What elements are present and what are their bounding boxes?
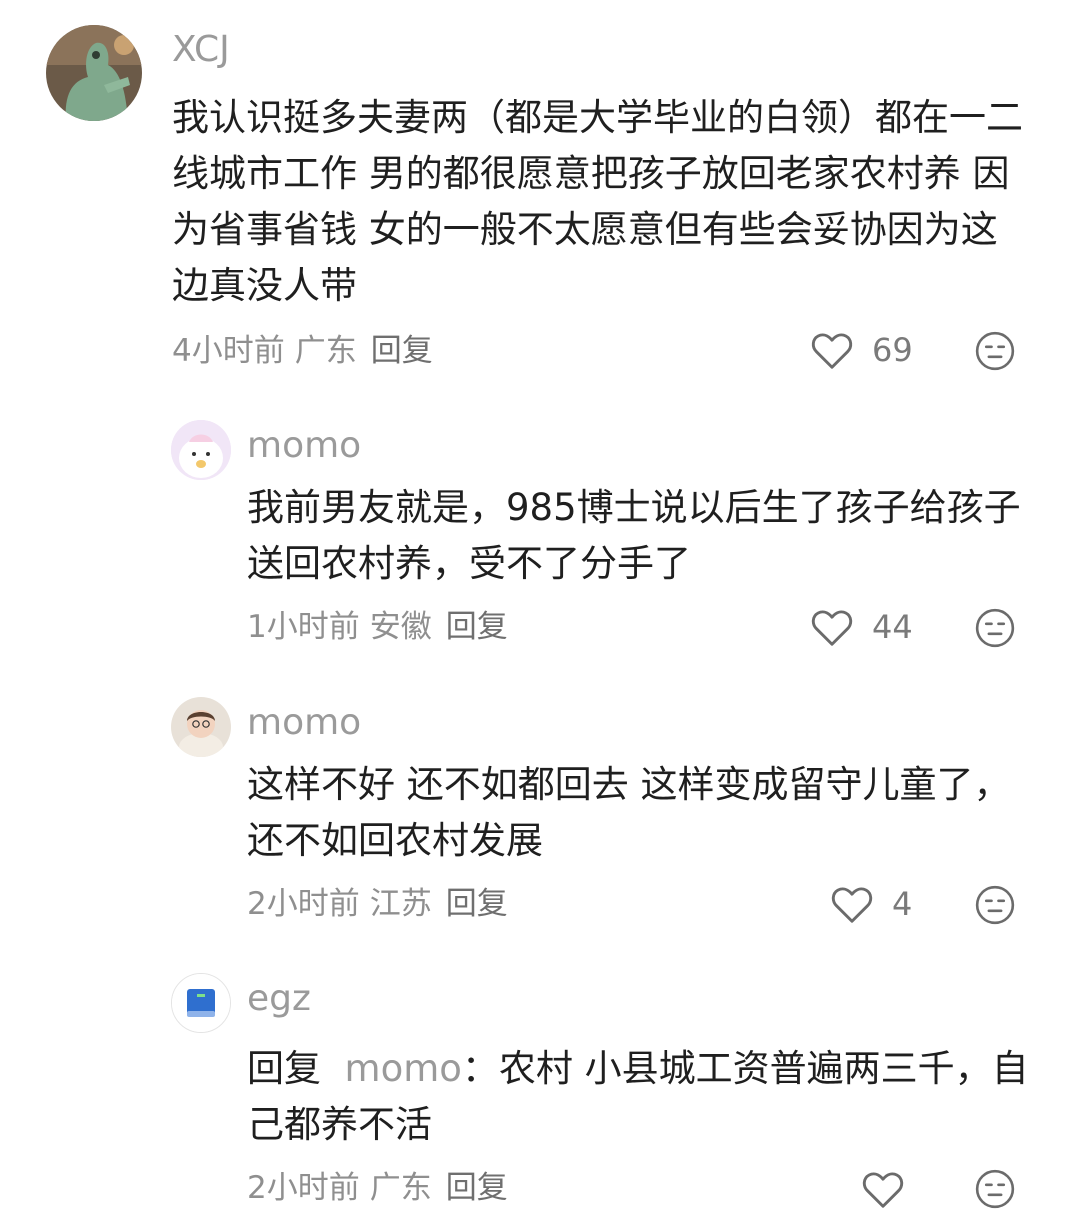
like-count: 4 [892,885,913,923]
reply-button[interactable]: 回复 [371,333,433,369]
comment-meta: 2小时前 江苏 回复 [247,886,508,922]
comment-location: 江苏 [369,886,432,922]
meh-face-icon [974,608,1016,653]
avatar[interactable] [171,697,231,757]
dislike-button[interactable] [974,1168,1016,1214]
comment-time: 2小时前 [247,1170,360,1206]
like-button[interactable]: 69 [810,330,913,370]
dislike-button[interactable] [974,330,1016,376]
meh-face-icon [974,331,1016,376]
reply-prefix: 回复 [247,1047,321,1090]
reply-button[interactable]: 回复 [446,609,508,645]
reply-target-username[interactable]: momo [345,1047,462,1090]
like-button[interactable]: 4 [830,884,912,924]
dislike-button[interactable] [974,607,1016,653]
username[interactable]: XCJ [172,30,230,70]
reply-colon: ： [461,1047,499,1090]
heart-outline-icon [810,607,854,647]
dislike-button[interactable] [974,884,1016,930]
heart-outline-icon [861,1169,905,1209]
meh-face-icon [974,1169,1016,1214]
comment-meta: 4小时前 广东 回复 [172,333,433,369]
username[interactable]: egz [247,979,311,1019]
comment-location: 安徽 [369,609,432,645]
comment-time: 4小时前 [172,333,285,369]
comment-location: 广东 [369,1170,432,1206]
comment-text: 我前男友就是，985博士说以后生了孩子给孩子送回农村养，受不了分手了 [247,486,1021,585]
comment-time: 2小时前 [247,886,360,922]
heart-outline-icon [810,330,854,370]
avatar[interactable] [46,25,142,121]
like-button[interactable] [861,1169,905,1209]
comment-time: 1小时前 [247,609,360,645]
reply-button[interactable]: 回复 [446,1170,508,1206]
username[interactable]: momo [247,426,361,466]
like-count: 44 [872,608,913,646]
like-count: 69 [872,331,913,369]
comment-meta: 1小时前 安徽 回复 [247,609,508,645]
comment-text: 我认识挺多夫妻两（都是大学毕业的白领）都在一二线城市工作 男的都很愿意把孩子放回… [172,96,1023,307]
comment-item: XCJ 我认识挺多夫妻两（都是大学毕业的白领）都在一二线城市工作 男的都很愿意把… [0,0,1080,400]
like-button[interactable]: 44 [810,607,913,647]
comment-meta: 2小时前 广东 回复 [247,1170,508,1206]
heart-outline-icon [830,884,874,924]
reply-item: momo 我前男友就是，985博士说以后生了孩子给孩子送回农村养，受不了分手了 … [0,400,1080,670]
comment-text: 回复 momo：农村 小县城工资普遍两三千，自己都养不活 [247,1041,1037,1153]
avatar[interactable] [171,973,231,1033]
comment-location: 广东 [294,333,357,369]
meh-face-icon [974,885,1016,930]
username[interactable]: momo [247,703,361,743]
avatar[interactable] [171,420,231,480]
reply-item: momo 这样不好 还不如都回去 这样变成留守儿童了，还不如回农村发展 2小时前… [0,677,1080,947]
comment-text: 这样不好 还不如都回去 这样变成留守儿童了，还不如回农村发展 [247,763,1011,862]
reply-button[interactable]: 回复 [446,886,508,922]
reply-item: egz 回复 momo：农村 小县城工资普遍两三千，自己都养不活 2小时前 广东回… [0,955,1080,1213]
